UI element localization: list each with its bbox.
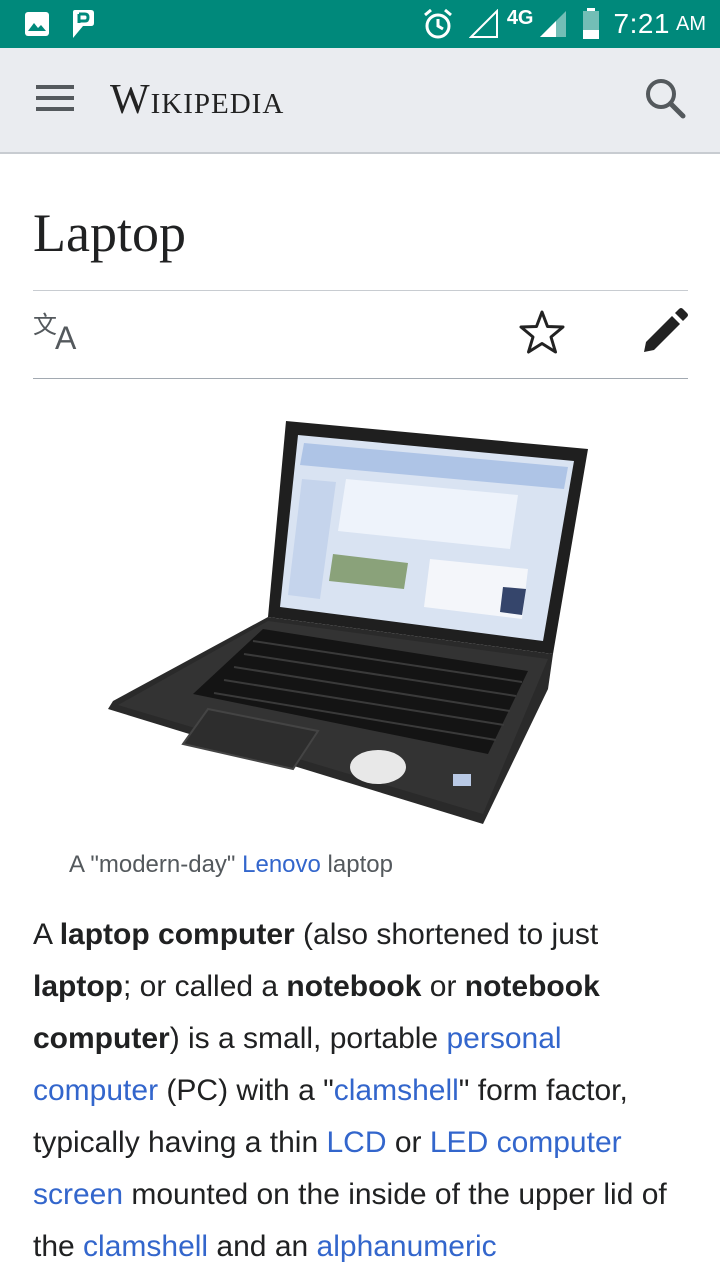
search-icon <box>644 77 686 124</box>
svg-text:A: A <box>55 320 77 353</box>
caption-link-lenovo[interactable]: Lenovo <box>242 851 321 878</box>
edit-icon <box>640 308 688 361</box>
wikipedia-wordmark[interactable]: Wikipedia <box>110 76 284 124</box>
figure-caption: A "modern-day" Lenovo laptop <box>69 851 688 879</box>
intro-text: ; or called a <box>123 970 287 1003</box>
link-alphanumeric[interactable]: alphanumeric <box>317 1230 497 1263</box>
alarm-icon <box>421 7 455 41</box>
image-icon <box>24 11 50 37</box>
intro-text: or <box>421 970 465 1003</box>
page-title: Laptop <box>33 203 186 263</box>
intro-text: (PC) with a " <box>158 1074 334 1107</box>
network-type: 4G <box>506 6 534 29</box>
intro-bold: notebook <box>286 970 422 1003</box>
article-content: Laptop 文 A A "modern-day" Lenovo laptop … <box>21 154 688 1273</box>
intro-text: (also shortened to just <box>294 918 599 951</box>
star-icon <box>518 309 566 360</box>
intro-paragraph: A laptop computer (also shortened to jus… <box>33 909 688 1273</box>
status-bar: 4G 7:21 AM <box>0 0 720 48</box>
battery-icon <box>582 8 600 40</box>
page-actions-bar: 文 A <box>33 291 688 379</box>
intro-text: ) is a small, portable <box>169 1022 447 1055</box>
link-clamshell-2[interactable]: clamshell <box>83 1230 208 1263</box>
language-icon: 文 A <box>33 311 85 358</box>
article-figure <box>21 379 688 839</box>
caption-text: A "modern-day" <box>69 851 243 878</box>
laptop-image[interactable] <box>21 409 588 834</box>
signal-icon <box>538 9 568 39</box>
language-button[interactable]: 文 A <box>33 291 85 379</box>
menu-icon <box>35 83 75 118</box>
clock-time: 7:21 <box>613 8 670 39</box>
link-lcd[interactable]: LCD <box>327 1126 387 1159</box>
svg-text:文: 文 <box>33 311 57 339</box>
caption-text-end: laptop <box>320 851 393 878</box>
intro-bold: laptop computer <box>59 918 295 951</box>
edit-button[interactable] <box>634 291 694 379</box>
intro-text: and an <box>208 1230 317 1263</box>
intro-text: A <box>33 918 60 951</box>
main-menu-button[interactable] <box>0 47 110 153</box>
parking-app-icon <box>70 9 96 39</box>
link-clamshell[interactable]: clamshell <box>334 1074 459 1107</box>
search-button[interactable] <box>610 47 720 153</box>
intro-text: or <box>386 1126 430 1159</box>
app-header: Wikipedia <box>0 48 720 154</box>
intro-bold: laptop <box>33 970 123 1003</box>
clock-ampm: AM <box>676 12 706 35</box>
watch-star-button[interactable] <box>512 291 572 379</box>
signal-empty-icon <box>468 9 499 39</box>
